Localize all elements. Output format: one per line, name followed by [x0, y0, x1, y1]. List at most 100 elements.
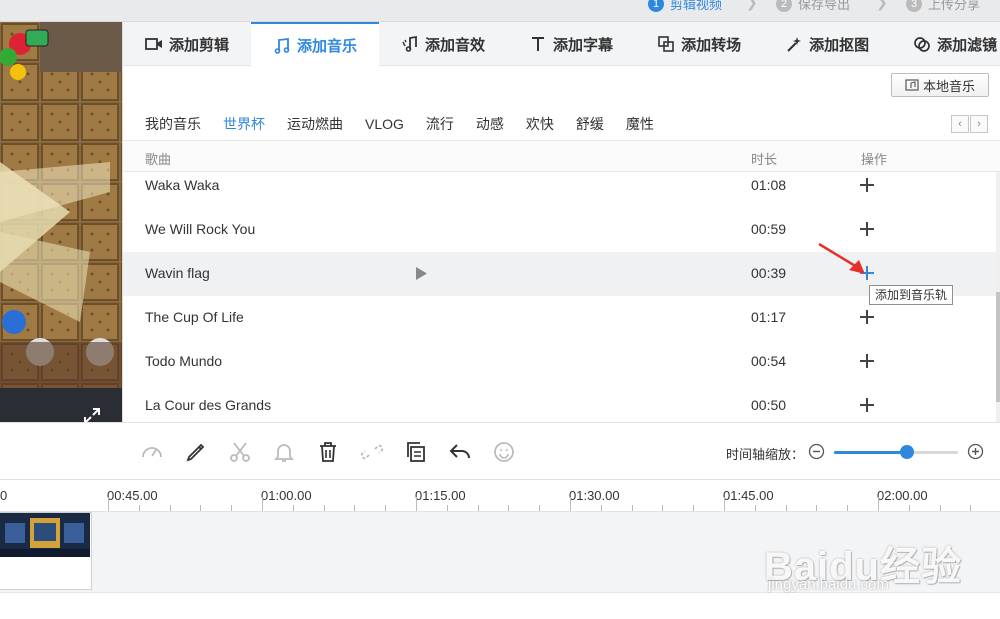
tick-label: 02:00.00 — [877, 488, 928, 503]
preview-frame-image — [0, 22, 122, 388]
tab-add-cutout[interactable]: 添加抠图 — [763, 22, 891, 66]
category-next-button[interactable]: › — [970, 115, 988, 133]
zoom-in-icon[interactable] — [967, 443, 984, 460]
add-plus-icon[interactable] — [858, 308, 876, 326]
tick-label: 01:45.00 — [723, 488, 774, 503]
edit-toolbar: 时间轴缩放： — [0, 422, 1000, 480]
chevron-right-icon: ❯ — [746, 0, 758, 10]
step-number: 3 — [906, 0, 922, 12]
song-list: Waka Waka 01:08 We Will Rock You 00:59 W… — [123, 172, 997, 422]
tab-label: 添加滤镜 — [937, 36, 998, 54]
song-duration: 00:39 — [751, 265, 787, 281]
category-pop[interactable]: 流行 — [404, 112, 454, 138]
play-icon[interactable] — [415, 267, 427, 280]
ruler-tick — [447, 505, 448, 511]
tab-add-music[interactable]: 添加音乐 — [251, 22, 380, 67]
timeline-ruler[interactable]: 0 00:45.00 01:00.00 01:15.00 01:30.00 01… — [0, 480, 1000, 512]
video-clip[interactable] — [0, 512, 92, 590]
step-label: 上传分享 — [928, 0, 981, 12]
sound-effect-icon — [402, 35, 417, 52]
ruler-tick — [324, 505, 325, 511]
ruler-tick — [385, 505, 386, 511]
pencil-icon[interactable] — [184, 440, 208, 464]
step-upload-share[interactable]: 3 上传分享 — [906, 0, 980, 13]
add-plus-icon[interactable] — [858, 176, 876, 194]
song-row[interactable]: The Cup Of Life 01:17 — [123, 296, 997, 340]
zoom-out-icon[interactable] — [808, 443, 825, 460]
chevron-right-icon: ❯ — [876, 0, 888, 10]
local-music-label: 本地音乐 — [922, 78, 975, 94]
song-title: Wavin flag — [145, 265, 210, 281]
trash-icon[interactable] — [316, 440, 340, 464]
unlink-icon[interactable] — [360, 440, 384, 464]
scissors-icon[interactable] — [228, 440, 252, 464]
add-plus-icon[interactable] — [858, 352, 876, 370]
song-row[interactable]: Todo Mundo 00:54 — [123, 340, 997, 384]
zoom-slider-knob[interactable] — [900, 445, 915, 459]
ruler-tick — [478, 505, 479, 511]
category-dynamic[interactable]: 动感 — [454, 112, 504, 138]
timeline-zoom-slider[interactable] — [834, 445, 958, 459]
tab-add-subtitle[interactable]: 添加字幕 — [507, 22, 635, 66]
step-number: 2 — [776, 0, 792, 12]
text-icon — [532, 37, 545, 51]
feature-tabs: 添加剪辑 添加音乐 添加音效 添加字幕 添加转场 添加抠图 添加滤镜 — [123, 22, 1000, 67]
song-title: The Cup Of Life — [145, 309, 244, 325]
tab-add-clip[interactable]: 添加剪辑 — [123, 22, 251, 66]
ruler-tick — [170, 505, 171, 511]
video-preview — [0, 22, 122, 422]
video-camera-icon — [145, 38, 162, 50]
tick-label: 00:45.00 — [107, 488, 158, 503]
category-my-music[interactable]: 我的音乐 — [123, 112, 201, 138]
tick-label: 01:15.00 — [415, 488, 466, 503]
step-number: 1 — [648, 0, 664, 12]
category-soothing[interactable]: 舒缓 — [554, 112, 604, 138]
category-cheerful[interactable]: 欢快 — [504, 112, 554, 138]
scrollbar-thumb[interactable] — [996, 292, 1000, 402]
ruler-tick — [354, 505, 355, 511]
song-title: Todo Mundo — [145, 353, 223, 369]
column-duration: 时长 — [751, 152, 778, 167]
tick-label: 01:00.00 — [261, 488, 312, 503]
song-duration: 01:08 — [751, 177, 787, 193]
copy-icon[interactable] — [404, 440, 428, 464]
ruler-tick — [755, 505, 756, 511]
local-music-button[interactable]: 本地音乐 — [891, 73, 989, 97]
category-sports[interactable]: 运动燃曲 — [265, 112, 343, 138]
ruler-tick — [231, 505, 232, 511]
tick-label: 0 — [0, 488, 8, 503]
song-list-scrollbar[interactable] — [996, 172, 1000, 422]
category-world-cup[interactable]: 世界杯 — [201, 112, 265, 138]
watermark-url: jingyan.baidu.com — [768, 576, 889, 593]
song-list-header: 歌曲 时长 操作 — [123, 140, 1000, 172]
speed-gauge-icon[interactable] — [140, 440, 164, 464]
song-row[interactable]: Waka Waka 01:08 — [123, 172, 997, 208]
add-plus-icon[interactable] — [858, 396, 876, 414]
ruler-tick — [909, 505, 910, 511]
step-edit-video[interactable]: 1 剪辑视频 — [648, 0, 722, 13]
undo-icon[interactable] — [448, 440, 472, 464]
red-annotation-arrow-icon — [818, 242, 865, 274]
tab-add-filter[interactable]: 添加滤镜 — [891, 22, 1000, 66]
song-row[interactable]: La Cour des Grands 00:50 — [123, 384, 997, 422]
ruler-tick — [786, 505, 787, 511]
song-duration: 00:54 — [751, 353, 787, 369]
add-to-music-track-tooltip: 添加到音乐轨 — [869, 285, 954, 305]
category-prev-button[interactable]: ‹ — [951, 115, 969, 133]
step-save-export[interactable]: 2 保存导出 — [776, 0, 850, 13]
ruler-tick — [632, 505, 633, 511]
bell-icon[interactable] — [272, 440, 296, 464]
tab-add-transition[interactable]: 添加转场 — [635, 22, 763, 66]
tab-add-sound-effect[interactable]: 添加音效 — [379, 22, 507, 66]
ruler-tick — [570, 497, 571, 511]
category-vlog[interactable]: VLOG — [343, 112, 404, 138]
ruler-tick — [539, 505, 540, 511]
ruler-tick — [724, 497, 725, 511]
sticker-smiley-icon[interactable] — [492, 440, 516, 464]
music-category-bar: 我的音乐 世界杯 运动燃曲 VLOG 流行 动感 欢快 舒缓 魔性 — [123, 112, 1000, 138]
add-plus-icon[interactable] — [858, 220, 876, 238]
fullscreen-expand-icon[interactable] — [82, 406, 102, 422]
song-title: Waka Waka — [145, 177, 220, 193]
category-quirky[interactable]: 魔性 — [604, 112, 654, 138]
song-duration: 00:59 — [751, 221, 787, 237]
